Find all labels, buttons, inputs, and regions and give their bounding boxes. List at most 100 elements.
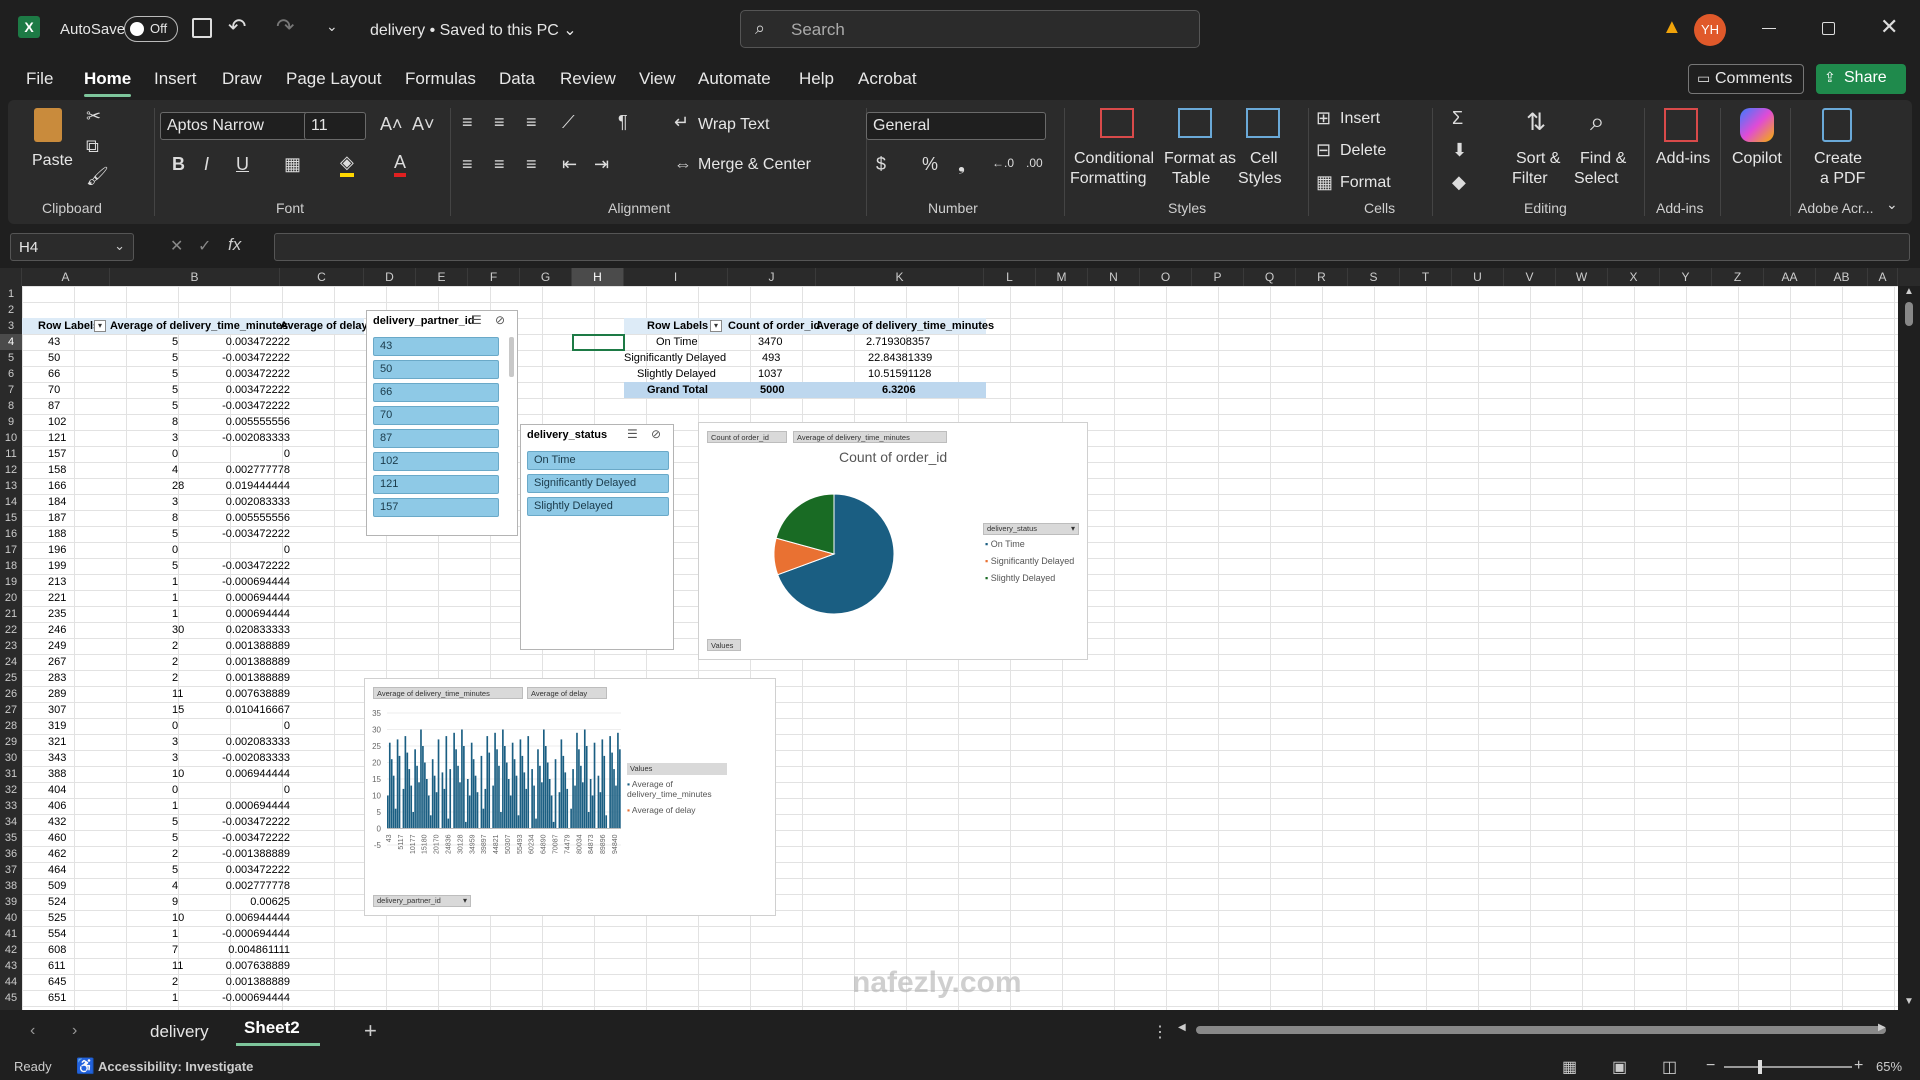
underline-icon[interactable]: U — [236, 154, 249, 175]
tab-home[interactable]: Home — [84, 69, 132, 97]
page-break-view-icon[interactable]: ◫ — [1662, 1057, 1677, 1077]
bar[interactable] — [484, 788, 487, 829]
tab-data[interactable]: Data — [499, 69, 535, 89]
row-header[interactable]: 27 — [0, 702, 22, 718]
tab-draw[interactable]: Draw — [222, 69, 262, 89]
bar[interactable] — [552, 821, 555, 829]
accessibility-status[interactable]: Accessibility: Investigate — [98, 1059, 253, 1074]
row-header[interactable]: 41 — [0, 926, 22, 942]
field-button[interactable]: Count of order_id — [707, 431, 787, 443]
insert-function-button[interactable]: fx — [228, 235, 241, 255]
bar[interactable] — [498, 765, 500, 829]
row-header[interactable]: 33 — [0, 798, 22, 814]
tab-insert[interactable]: Insert — [154, 69, 197, 89]
slicer-item[interactable]: Significantly Delayed — [527, 474, 669, 493]
column-header[interactable]: AA — [1764, 268, 1816, 286]
decrease-indent-icon[interactable]: ⇤ — [562, 154, 577, 175]
bar[interactable] — [562, 755, 565, 829]
prev-sheet-icon[interactable]: ‹ — [30, 1022, 35, 1040]
column-header[interactable]: L — [984, 268, 1036, 286]
bar[interactable] — [396, 739, 399, 829]
bar[interactable] — [474, 775, 477, 829]
tab-automate[interactable]: Automate — [698, 69, 771, 89]
bar[interactable] — [470, 742, 473, 829]
bar[interactable] — [589, 779, 592, 829]
bar[interactable] — [613, 769, 615, 829]
add-sheet-icon[interactable]: + — [364, 1018, 377, 1044]
row-header[interactable]: 16 — [0, 526, 22, 542]
decrease-font-icon[interactable]: A˅ — [412, 114, 435, 135]
accessibility-icon[interactable]: ♿ — [76, 1057, 95, 1075]
clear-filter-icon[interactable]: ⊘ — [651, 427, 661, 441]
bar[interactable] — [416, 765, 418, 829]
insert-cells-icon[interactable]: ⊞ — [1316, 108, 1331, 129]
bar[interactable] — [408, 769, 411, 829]
pie-chart[interactable]: Count of order_id Average of delivery_ti… — [698, 422, 1088, 660]
slicer-item[interactable]: 70 — [373, 406, 499, 425]
redo-icon[interactable]: ↷ — [276, 14, 294, 40]
row-header[interactable]: 44 — [0, 974, 22, 990]
scroll-right-icon[interactable]: ▶ — [1878, 1022, 1886, 1033]
row-header[interactable]: 40 — [0, 910, 22, 926]
paste-button[interactable]: Paste — [32, 152, 73, 170]
bar[interactable] — [580, 765, 582, 829]
create-pdf-icon[interactable] — [1822, 108, 1852, 142]
column-header[interactable]: R — [1296, 268, 1348, 286]
bar[interactable] — [531, 769, 533, 829]
zoom-thumb[interactable] — [1758, 1060, 1762, 1074]
slicer-item[interactable]: 66 — [373, 383, 499, 402]
column-header[interactable]: Z — [1712, 268, 1764, 286]
row-header[interactable]: 39 — [0, 894, 22, 910]
bar[interactable] — [582, 782, 584, 829]
tab-formulas[interactable]: Formulas — [405, 69, 476, 89]
legend-field-button[interactable]: delivery_status ▾ — [983, 523, 1079, 535]
bar[interactable] — [527, 736, 530, 829]
avatar[interactable]: YH — [1694, 14, 1726, 46]
row-header[interactable]: 10 — [0, 430, 22, 446]
bar[interactable] — [461, 729, 463, 829]
column-header[interactable]: H — [572, 268, 624, 286]
zoom-level[interactable]: 65% — [1876, 1059, 1902, 1074]
clear-filter-icon[interactable]: ⊘ — [495, 313, 505, 327]
warning-icon[interactable]: ▲ — [1662, 16, 1682, 39]
row-header[interactable]: 9 — [0, 414, 22, 430]
bar[interactable] — [591, 795, 594, 829]
column-header[interactable]: M — [1036, 268, 1088, 286]
bar[interactable] — [443, 788, 446, 829]
font-color-icon[interactable]: A — [394, 152, 407, 177]
restore-icon[interactable] — [1822, 22, 1835, 35]
align-right-icon[interactable]: ≡ — [526, 154, 537, 175]
row-header[interactable]: 21 — [0, 606, 22, 622]
bar[interactable] — [392, 775, 395, 829]
column-header[interactable]: K — [816, 268, 984, 286]
delete-cells-icon[interactable]: ⊟ — [1316, 140, 1331, 161]
row-header[interactable]: 37 — [0, 862, 22, 878]
column-header[interactable]: G — [520, 268, 572, 286]
column-header[interactable]: Y — [1660, 268, 1712, 286]
bar[interactable] — [525, 788, 528, 829]
row-header[interactable]: 32 — [0, 782, 22, 798]
row-header[interactable]: 22 — [0, 622, 22, 638]
column-header[interactable]: D — [364, 268, 416, 286]
bar[interactable] — [388, 742, 391, 829]
bar[interactable] — [587, 812, 590, 829]
field-button[interactable]: Average of delivery_time_minutes — [793, 431, 947, 443]
bold-icon[interactable]: B — [172, 154, 185, 175]
enter-icon[interactable]: ✓ — [198, 236, 211, 256]
row-header[interactable]: 8 — [0, 398, 22, 414]
slicer-item[interactable]: Slightly Delayed — [527, 497, 669, 516]
bar[interactable] — [500, 812, 502, 829]
row-header[interactable]: 6 — [0, 366, 22, 382]
next-sheet-icon[interactable]: › — [72, 1022, 77, 1040]
tab-acrobat[interactable]: Acrobat — [858, 69, 917, 89]
bar[interactable] — [566, 788, 569, 829]
column-header[interactable]: Q — [1244, 268, 1296, 286]
document-title[interactable]: delivery • Saved to this PC ⌄ — [370, 20, 577, 40]
bar[interactable] — [597, 775, 600, 829]
filter-dropdown-icon[interactable]: ▾ — [710, 320, 722, 332]
align-left-icon[interactable]: ≡ — [462, 154, 473, 175]
row-header[interactable]: 30 — [0, 750, 22, 766]
bar[interactable] — [427, 795, 430, 829]
row-header[interactable]: 17 — [0, 542, 22, 558]
minimize-icon[interactable] — [1762, 28, 1776, 29]
